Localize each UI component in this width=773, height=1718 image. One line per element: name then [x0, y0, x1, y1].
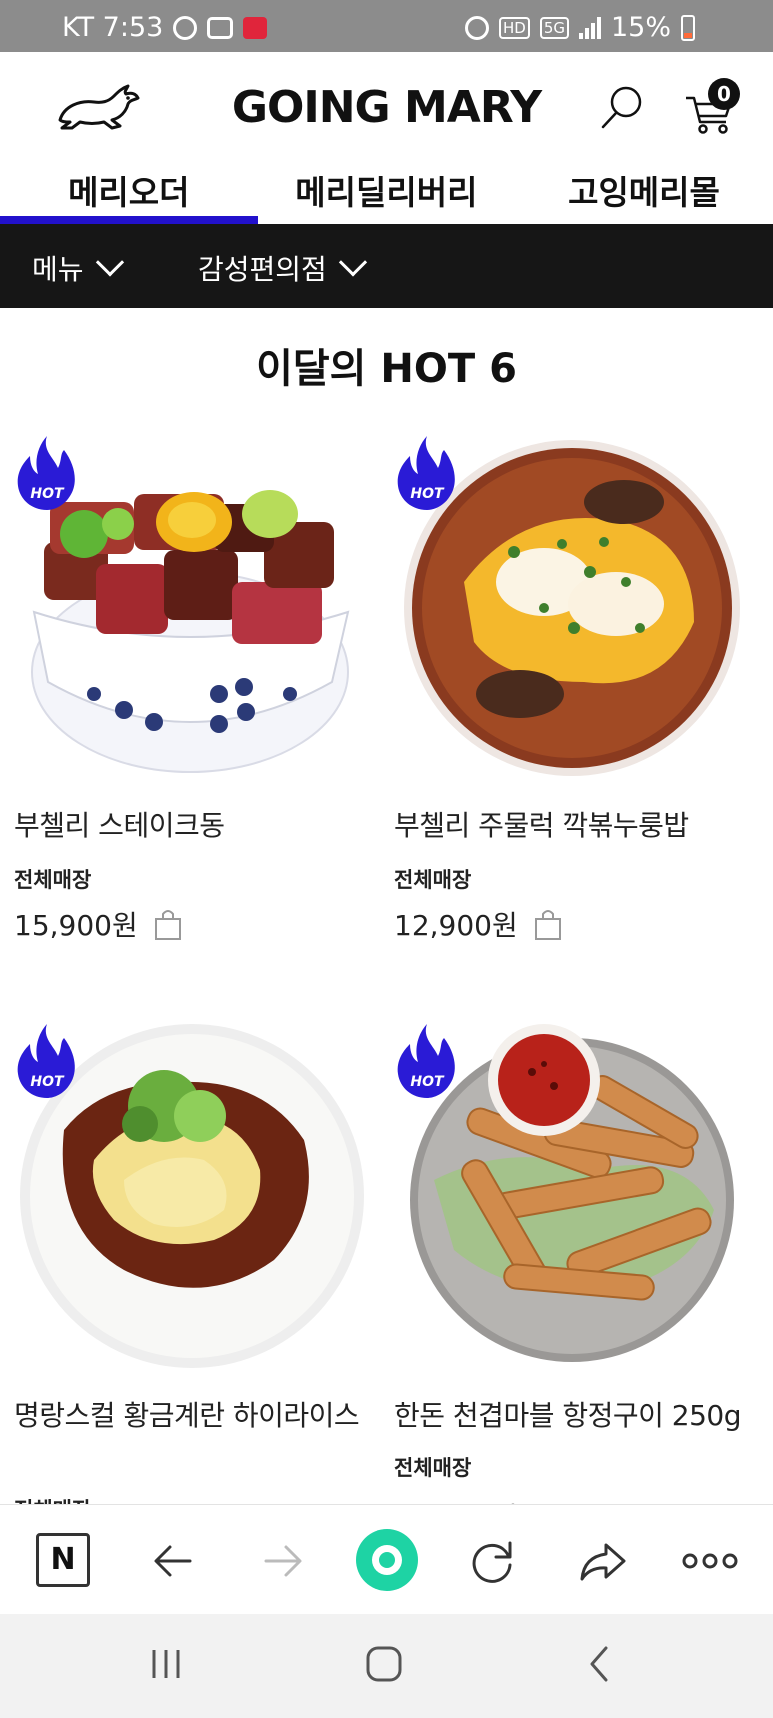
cart-count-badge: 0 — [708, 78, 740, 110]
alarm-icon — [464, 15, 489, 40]
chevron-down-icon — [95, 248, 124, 277]
reload-icon[interactable] — [464, 1533, 520, 1589]
product-card[interactable]: HOT 한돈 천겹마블 항정구이 250g 전체매장 15,900원 — [394, 1020, 744, 1534]
svg-text:HOT: HOT — [30, 1074, 65, 1090]
store-dropdown[interactable]: 감성편의점 — [198, 248, 367, 288]
tab-merry-delivery[interactable]: 메리딜리버리 — [258, 160, 516, 224]
green-dot-icon[interactable] — [354, 1527, 420, 1593]
more-icon[interactable] — [680, 1533, 740, 1589]
product-store: 전체매장 — [394, 1456, 472, 1480]
menu-dropdown[interactable]: 메뉴 — [32, 248, 124, 288]
section-title: 이달의 HOT 6 — [256, 346, 517, 392]
brand-title[interactable]: GOING MARY — [0, 82, 773, 133]
signal-icon — [578, 16, 601, 39]
product-name[interactable]: 명랑스컬 황금계란 하이라이스 — [14, 1392, 369, 1440]
hot-badge-icon: HOT — [397, 436, 455, 510]
hot-badge-icon: HOT — [17, 1024, 75, 1098]
product-card[interactable]: HOT 부첼리 주물럭 깍볶누룽밥 전체매장 12,900원 — [394, 432, 744, 952]
product-card[interactable]: HOT 명랑스컬 황금계란 하이라이스 전체매장 — [14, 1020, 364, 1522]
product-store: 전체매장 — [14, 868, 92, 892]
naver-home-icon[interactable]: N — [36, 1533, 90, 1587]
hot-badge-icon: HOT — [397, 1024, 455, 1098]
carrier-time: KT 7:53 — [62, 12, 164, 43]
battery-icon — [681, 14, 695, 41]
back-arrow-icon[interactable] — [146, 1533, 202, 1589]
system-navigation-bar — [0, 1614, 773, 1718]
product-name[interactable]: 부첼리 스테이크동 — [14, 802, 369, 850]
browser-toolbar: N — [0, 1504, 773, 1614]
product-price-row: 15,900원 — [14, 904, 182, 944]
back-icon[interactable] — [580, 1644, 620, 1684]
main-tabs: 메리오더 메리딜리버리 고잉메리몰 — [0, 160, 773, 224]
menu-dropdown-label: 메뉴 — [32, 253, 84, 286]
site-header: GOING MARY 0 — [0, 52, 773, 160]
product-name[interactable]: 한돈 천겹마블 항정구이 250g — [394, 1392, 749, 1440]
voicemail-icon — [207, 16, 234, 39]
product-price-row: 12,900원 — [394, 904, 562, 944]
product-price: 15,900원 — [14, 909, 138, 942]
store-dropdown-label: 감성편의점 — [198, 253, 327, 286]
network-indicator: 5G — [539, 16, 569, 39]
battery-percent: 15% — [610, 12, 671, 43]
product-price: 12,900원 — [394, 909, 518, 942]
svg-text:HOT: HOT — [410, 486, 445, 502]
share-icon[interactable] — [574, 1533, 630, 1589]
shopping-bag-icon[interactable] — [154, 907, 182, 941]
tab-merry-order[interactable]: 메리오더 — [0, 160, 258, 224]
product-card[interactable]: HOT 부첼리 스테이크동 전체매장 15,900원 — [14, 432, 364, 952]
shopping-bag-icon[interactable] — [534, 907, 562, 941]
sync-icon — [173, 15, 198, 40]
product-name[interactable]: 부첼리 주물럭 깍볶누룽밥 — [394, 802, 749, 850]
recent-apps-icon[interactable] — [146, 1644, 186, 1684]
hd-indicator: HD — [498, 16, 530, 39]
search-icon[interactable] — [598, 82, 646, 132]
filter-bar: 메뉴 감성편의점 — [0, 224, 773, 308]
svg-text:HOT: HOT — [410, 1074, 445, 1090]
product-store: 전체매장 — [394, 868, 472, 892]
forward-arrow-icon[interactable] — [254, 1533, 310, 1589]
app-notification-icon — [243, 16, 268, 39]
hot-badge-icon: HOT — [17, 436, 75, 510]
cart-button[interactable]: 0 — [682, 78, 742, 136]
svg-text:HOT: HOT — [30, 486, 65, 502]
home-icon[interactable] — [364, 1644, 404, 1684]
chevron-down-icon — [338, 248, 367, 277]
status-bar: KT 7:53 HD 5G 15% — [0, 0, 773, 52]
tab-going-merry-mall[interactable]: 고잉메리몰 — [515, 160, 773, 224]
